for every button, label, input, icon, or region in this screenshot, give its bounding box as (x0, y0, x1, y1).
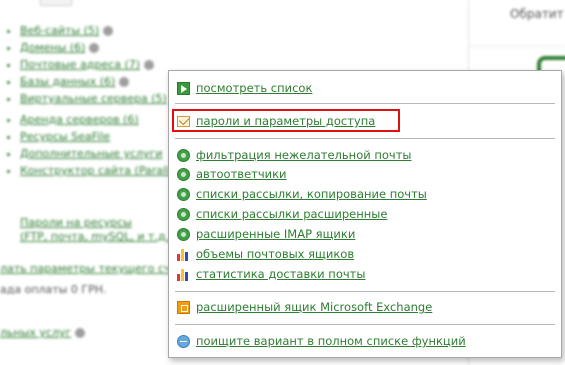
list-item[interactable]: Дополнительные услуги (20, 145, 189, 162)
list-item[interactable]: Веб-сайты (5) (20, 22, 189, 39)
passwords-link[interactable]: Пароли на ресурсы (FTP, почта, mySQL, и … (20, 216, 173, 244)
right-panel-text: Обратит (510, 7, 564, 21)
menu-item-exchange[interactable]: расширенный ящик Microsoft Exchange (177, 298, 432, 316)
menu-item-label: автоответчики (196, 167, 287, 181)
green-circle-icon (177, 167, 190, 181)
list-item[interactable]: Ресурсы SeaFile (20, 128, 189, 145)
right-panel-divider (468, 46, 565, 47)
search-box-fragment (40, 0, 72, 6)
menu-item-label: фильтрация нежелательной почты (196, 148, 412, 162)
menu-item-label: посмотреть список (196, 81, 313, 95)
menu-item-delivery-stats[interactable]: статистика доставки почты (177, 265, 365, 283)
menu-item-mailing-lists-copy[interactable]: списки рассылки, копирование почты (177, 185, 427, 203)
menu-separator (175, 291, 555, 292)
exchange-icon (177, 300, 190, 314)
menu-item-view-list[interactable]: посмотреть список (177, 79, 312, 97)
green-circle-icon (177, 187, 190, 201)
list-item[interactable]: Домены (6) (20, 39, 189, 56)
page: Обратит Веб-сайты (5) Домены (6) Почтовы… (0, 0, 565, 365)
list-item-label: Веб-сайты (5) (20, 24, 100, 37)
services-link[interactable]: льных услуг (0, 326, 86, 339)
menu-item-imap-boxes[interactable]: расширенные IMAP ящики (177, 225, 355, 243)
gear-icon[interactable] (103, 26, 114, 36)
green-circle-icon (177, 227, 190, 241)
list-item[interactable]: Почтовые адреса (7) (20, 56, 189, 73)
list-item-label: Ресурсы SeaFile (20, 130, 111, 143)
bar-chart-icon (177, 248, 190, 261)
menu-item-label: расширенные IMAP ящики (196, 227, 356, 241)
gear-icon[interactable] (144, 60, 155, 70)
menu-item-spam-filter[interactable]: фильтрация нежелательной почты (177, 146, 412, 164)
list-item[interactable]: Виртуальные сервера (5) (20, 90, 189, 107)
list-item-label: Виртуальные сервера (5) (20, 92, 167, 105)
list-item-label: Почтовые адреса (7) (20, 58, 141, 71)
green-circle-icon (177, 148, 190, 162)
account-settings-link[interactable]: лать параметры текущего счета (0, 262, 190, 275)
list-item-label: Конструктор сайта (Parallels) (20, 164, 189, 177)
menu-item-mailing-lists-extended[interactable]: списки рассылки расширенные (177, 205, 387, 223)
list-item[interactable]: Базы данных (6) (20, 73, 189, 90)
menu-item-full-list[interactable]: поищите вариант в полном списке функций (177, 332, 466, 350)
gear-icon[interactable] (75, 328, 86, 338)
menu-item-label: списки рассылки расширенные (196, 207, 388, 221)
menu-item-label: списки рассылки, копирование почты (196, 187, 427, 201)
menu-item-autoresponders[interactable]: автоответчики (177, 165, 287, 183)
menu-item-label: расширенный ящик Microsoft Exchange (196, 300, 433, 314)
list-item[interactable]: Аренда серверов (6) (20, 111, 189, 128)
services-list: Веб-сайты (5) Домены (6) Почтовые адреса… (6, 22, 189, 179)
globe-icon (177, 334, 190, 348)
gear-icon[interactable] (119, 77, 130, 87)
list-item-label: Дополнительные услуги (20, 147, 163, 160)
green-circle-icon (177, 207, 190, 221)
mailbox-actions-menu: посмотреть список пароли и параметры дос… (168, 70, 562, 358)
menu-item-mailbox-sizes[interactable]: объемы почтовых ящиков (177, 245, 354, 263)
list-item-label: Аренда серверов (6) (20, 113, 139, 126)
menu-item-label: поищите вариант в полном списке функций (196, 334, 466, 348)
menu-item-label: статистика доставки почты (196, 267, 366, 281)
gear-icon[interactable] (89, 43, 100, 53)
services-link-label: льных услуг (0, 326, 72, 339)
menu-item-label: объемы почтовых ящиков (196, 247, 355, 261)
menu-separator (175, 324, 555, 325)
highlight-box (172, 109, 400, 132)
payment-text: ада оплаты 0 ГРН. (0, 283, 107, 296)
menu-separator (175, 138, 555, 139)
menu-separator (175, 103, 555, 104)
list-item-label: Базы данных (6) (20, 75, 116, 88)
list-item[interactable]: Конструктор сайта (Parallels) (20, 162, 189, 179)
bar-chart-icon (177, 268, 190, 281)
list-item-label: Домены (6) (20, 41, 86, 54)
arrow-right-icon (177, 81, 190, 95)
